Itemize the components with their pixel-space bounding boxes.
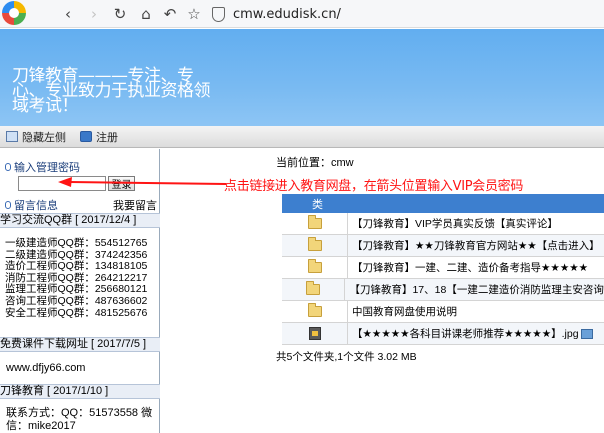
- row-icon-cell: [282, 279, 346, 300]
- banner-title-line3: 域考试！: [12, 96, 79, 116]
- annotation-text: 点击链接进入教育网盘，在箭头位置输入VIP会员密码: [224, 179, 524, 194]
- row-icon-cell: [282, 323, 348, 344]
- folder-icon: [307, 259, 322, 273]
- table-row[interactable]: 【刀锋教育】★★刀锋教育官方网站★★【点击进入】: [282, 235, 604, 257]
- preview-icon[interactable]: [580, 329, 593, 340]
- guestbook-row: 留言信息 我要留言: [0, 197, 160, 213]
- admin-password-label: 输入管理密码: [14, 162, 80, 174]
- home-icon[interactable]: ⌂: [136, 4, 156, 24]
- current-location: 当前位置：cmw: [276, 157, 354, 169]
- folder-icon: [307, 215, 322, 229]
- image-file-icon: [308, 327, 321, 340]
- table-row[interactable]: 【★★★★★各科目讲课老师推荐★★★★★】.jpg: [282, 323, 604, 345]
- qq-group-list: 一级建造师QQ群：554512765 二级建造师QQ群：374242356 造价…: [5, 237, 148, 319]
- bullet-icon: [5, 163, 11, 171]
- hide-left-button[interactable]: 隐藏左侧: [6, 129, 66, 145]
- row-icon-cell: [282, 235, 348, 256]
- folder-link[interactable]: 【刀锋教育】VIP学员真实反馈【真实评论】: [348, 216, 558, 231]
- file-link[interactable]: 【★★★★★各科目讲课老师推荐★★★★★】.jpg: [348, 326, 593, 341]
- qq-group-item: 安全工程师QQ群：481525676: [5, 306, 148, 319]
- table-row[interactable]: 【刀锋教育】17、18【一建二建造价消防监理主安咨询】: [282, 279, 604, 301]
- address-bar[interactable]: cmw.edudisk.cn/: [212, 4, 604, 24]
- qq-group-item: 一级建造师QQ群：554512765: [5, 237, 148, 249]
- qq-group-item: 咨询工程师QQ群：487636602: [5, 294, 148, 307]
- contact-info: 联系方式：QQ：51573558 微 信：mike2017: [6, 407, 166, 433]
- bullet-icon: [5, 201, 11, 209]
- red-arrow-annotation: [58, 177, 227, 187]
- qq-section-title: 学习交流QQ群 [ 2017/12/4 ]: [0, 213, 160, 228]
- file-table: 类 【刀锋教育】VIP学员真实反馈【真实评论】 【刀锋教育】★★刀锋教育官方网站…: [282, 194, 604, 345]
- leave-message-link[interactable]: 我要留言: [113, 197, 157, 213]
- course-url-link[interactable]: www.dfjy66.com: [6, 362, 166, 374]
- row-icon-cell: [282, 213, 348, 234]
- bookmark-icon[interactable]: ☆: [184, 4, 204, 24]
- folder-link[interactable]: 中国教育网盘使用说明: [348, 304, 457, 319]
- folder-link[interactable]: 【刀锋教育】17、18【一建二建造价消防监理主安咨询】: [345, 282, 604, 297]
- hide-left-label: 隐藏左侧: [22, 131, 66, 144]
- brand-section-title: 刀锋教育 [ 2017/1/10 ]: [0, 384, 160, 399]
- guestbook-label: 留言信息: [14, 200, 58, 212]
- admin-password-heading: 输入管理密码: [0, 159, 160, 175]
- back-icon[interactable]: ‹: [58, 4, 78, 24]
- forward-icon[interactable]: ›: [84, 4, 104, 24]
- folder-link[interactable]: 【刀锋教育】★★刀锋教育官方网站★★【点击进入】: [348, 238, 600, 253]
- register-label: 注册: [96, 131, 118, 144]
- folder-summary: 共5个文件夹,1个文件 3.02 MB: [276, 351, 417, 363]
- table-row[interactable]: 【刀锋教育】一建、二建、造价备考指导★★★★★: [282, 257, 604, 279]
- browser-logo-icon: [2, 1, 26, 25]
- guestbook-heading: 留言信息: [0, 197, 58, 213]
- browser-toolbar: ‹ › ↻ ⌂ ↶ ☆ cmw.edudisk.cn/: [0, 0, 604, 28]
- folder-icon: [306, 281, 321, 295]
- row-icon-cell: [282, 301, 348, 322]
- reload-icon[interactable]: ↻: [110, 4, 130, 24]
- folder-link[interactable]: 【刀锋教育】一建、二建、造价备考指导★★★★★: [348, 260, 588, 275]
- contact-line: 信：mike2017: [6, 420, 76, 432]
- undo-icon[interactable]: ↶: [160, 4, 180, 24]
- panel-icon: [6, 131, 18, 142]
- contact-line: 联系方式：QQ：51573558 微: [6, 407, 153, 419]
- table-row[interactable]: 【刀锋教育】VIP学员真实反馈【真实评论】: [282, 213, 604, 235]
- register-button[interactable]: 注册: [80, 129, 118, 145]
- site-banner: 刀锋教育———专注、专 心、专业致力于执业资格领 域考试！: [0, 29, 604, 126]
- banner-title: 刀锋教育———专注、专 心、专业致力于执业资格领 域考试！: [12, 68, 272, 116]
- site-toolbar: 隐藏左侧 注册: [0, 126, 604, 148]
- user-icon: [80, 131, 92, 142]
- course-section-title: 免费课件下载网址 [ 2017/7/5 ]: [0, 337, 160, 352]
- file-name[interactable]: 【★★★★★各科目讲课老师推荐★★★★★】.jpg: [352, 328, 579, 340]
- table-header: 类: [282, 194, 604, 213]
- row-icon-cell: [282, 257, 348, 278]
- url-text[interactable]: cmw.edudisk.cn/: [233, 7, 341, 22]
- shield-icon: [212, 6, 225, 22]
- folder-icon: [307, 303, 322, 317]
- folder-icon: [307, 237, 322, 251]
- table-row[interactable]: 中国教育网盘使用说明: [282, 301, 604, 323]
